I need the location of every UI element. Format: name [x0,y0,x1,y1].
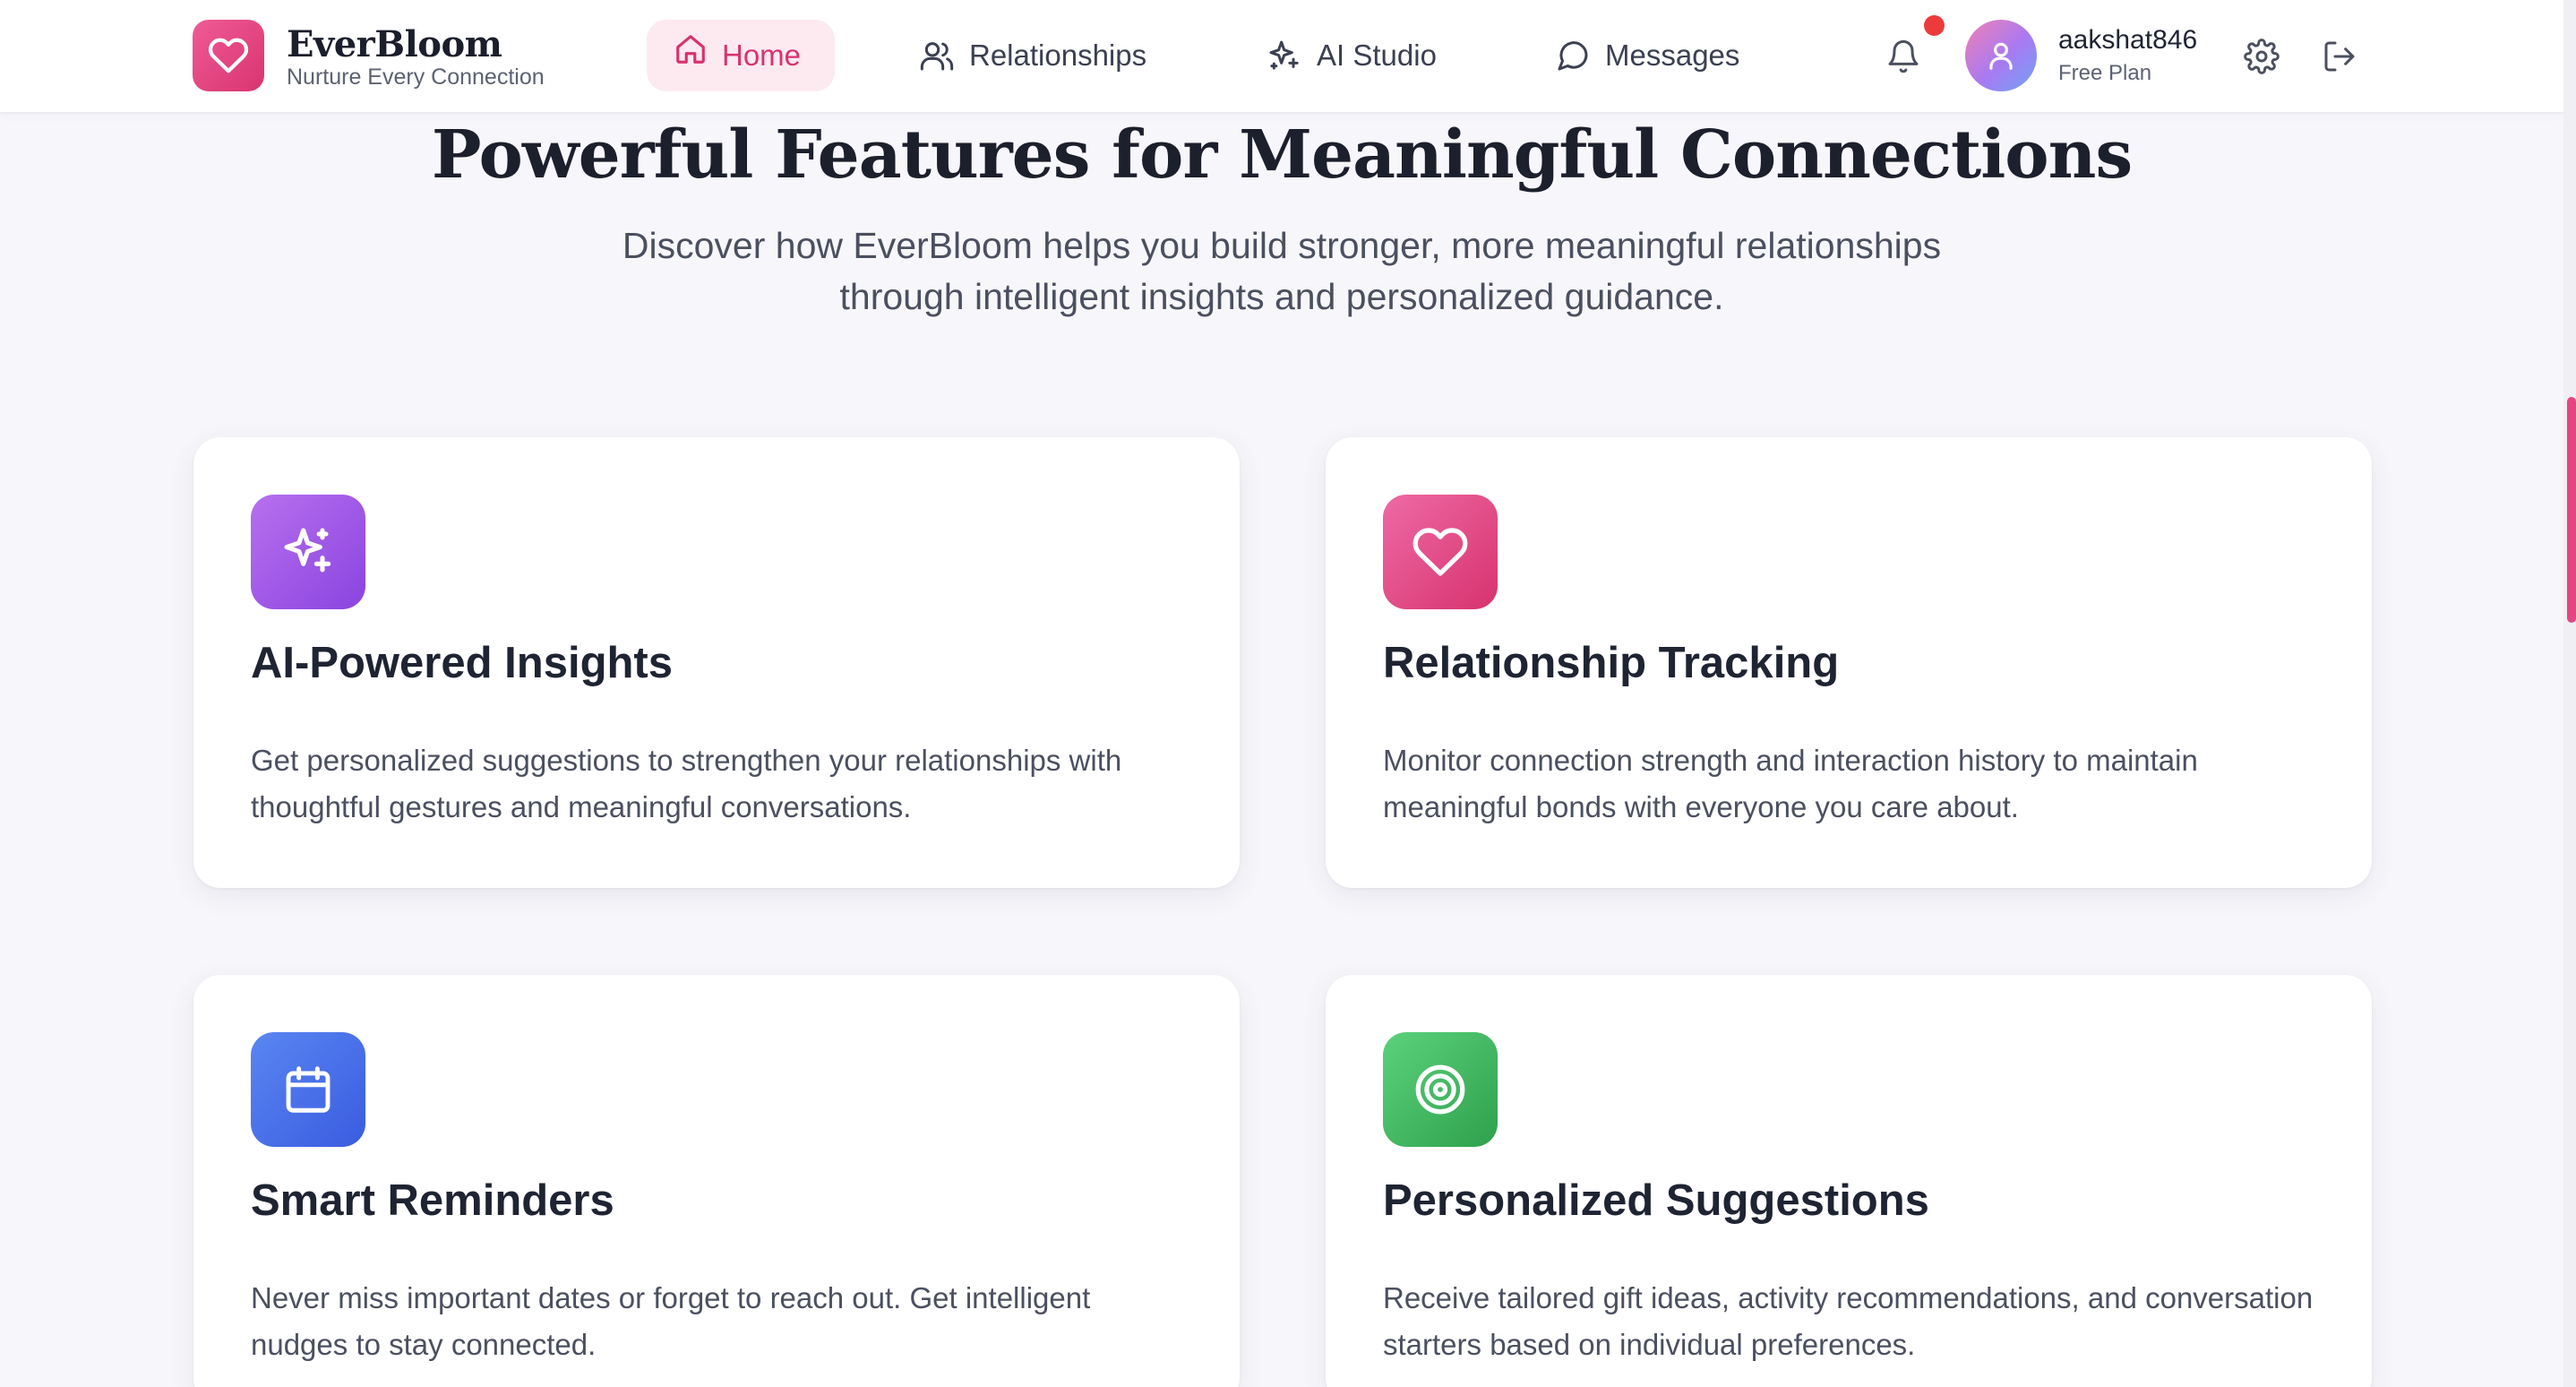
nav-relationships[interactable]: Relationships [919,20,1146,91]
nav-messages-label: Messages [1605,39,1740,72]
feature-card-description: Get personalized suggestions to strength… [251,744,1122,823]
user-icon [1989,42,2013,70]
notifications-bell-icon[interactable] [1881,34,1926,79]
scrollbar-thumb[interactable] [2567,397,2576,623]
calendar-icon [251,1032,365,1147]
feature-card-title: Personalized Suggestions [1383,1176,1929,1225]
brand-tagline: Nurture Every Connection [287,65,545,90]
nav-relationships-label: Relationships [969,39,1147,72]
user-avatar[interactable] [1965,20,2037,91]
brand-logo-icon[interactable] [193,20,264,91]
sparkles-icon [1267,38,1302,73]
plan-label: Free Plan [2058,61,2152,85]
features-subtitle-line-2: through intelligent insights and persona… [839,276,1724,317]
sparkles-icon [251,495,365,609]
message-circle-icon [1555,38,1591,73]
logout-icon[interactable] [2317,34,2362,79]
feature-card-personalized-suggestions: Personalized Suggestions Receive tailore… [1326,975,2372,1387]
target-icon [1383,1032,1498,1147]
heart-icon [1383,495,1498,609]
brand-name[interactable]: EverBloom [287,23,502,65]
scrollbar-track[interactable] [2563,0,2576,1387]
feature-card-ai-insights: AI-Powered Insights Get personalized sug… [193,437,1240,888]
nav-home-label: Home [722,39,802,72]
feature-card-description: Monitor connection strength and interact… [1383,744,2198,823]
nav-ai-studio[interactable]: AI Studio [1267,20,1437,91]
settings-gear-icon[interactable] [2239,34,2284,79]
users-icon [919,38,955,73]
top-navigation-bar: EverBloom Nurture Every Connection Home … [0,0,2563,114]
nav-ai-studio-label: AI Studio [1317,39,1437,72]
nav-messages[interactable]: Messages [1555,20,1739,91]
feature-card-title: Smart Reminders [251,1176,614,1225]
nav-home[interactable]: Home [647,20,835,91]
features-subtitle-line-1: Discover how EverBloom helps you build s… [622,225,1942,266]
features-subtitle: Discover how EverBloom helps you build s… [565,220,1998,323]
username[interactable]: aakshat846 [2058,25,2197,56]
feature-card-title: Relationship Tracking [1383,639,1840,687]
feature-card-relationship-tracking: Relationship Tracking Monitor connection… [1326,437,2372,888]
feature-card-title: AI-Powered Insights [251,639,674,687]
feature-card-description: Never miss important dates or forget to … [251,1281,1091,1361]
feature-card-smart-reminders: Smart Reminders Never miss important dat… [193,975,1240,1387]
feature-card-description: Receive tailored gift ideas, activity re… [1383,1281,2314,1361]
features-heading: Powerful Features for Meaningful Connect… [431,116,2133,194]
notification-badge [1924,15,1945,36]
home-icon [674,35,708,66]
